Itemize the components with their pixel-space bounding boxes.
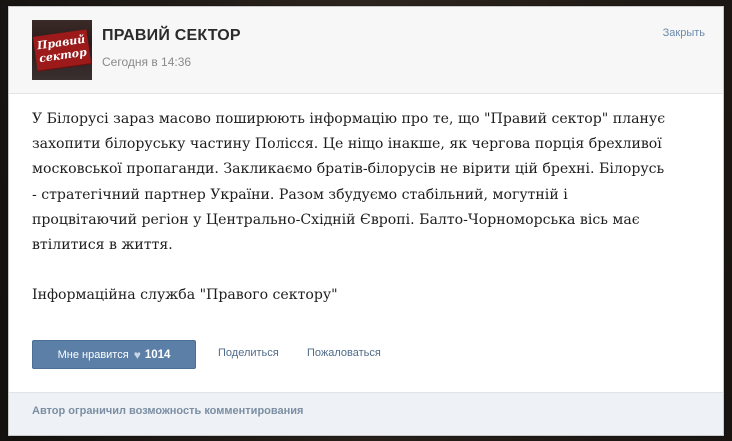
post-actions: Мне нравится ♥ 1014 Поделиться Пожаловат… xyxy=(32,340,702,370)
like-button[interactable]: Мне нравится ♥ 1014 xyxy=(32,340,196,369)
post-timestamp[interactable]: Сегодня в 14:36 xyxy=(102,55,191,69)
post-body: У Білорусі зараз масово поширюють інформ… xyxy=(32,107,672,308)
like-label: Мне нравится xyxy=(57,348,129,361)
heart-icon: ♥ xyxy=(133,347,141,362)
comments-disabled-notice: Автор ограничил возможность комментирова… xyxy=(32,405,304,417)
avatar[interactable]: Правий сектор xyxy=(32,20,92,80)
close-button[interactable]: Закрыть xyxy=(663,27,705,39)
like-count: 1014 xyxy=(144,348,171,361)
author-name[interactable]: ПРАВИЙ СЕКТОР xyxy=(102,27,241,45)
post-modal: Правий сектор ПРАВИЙ СЕКТОР Сегодня в 14… xyxy=(8,6,724,436)
post-header: Правий сектор ПРАВИЙ СЕКТОР Сегодня в 14… xyxy=(9,7,723,94)
post-signature: Інформаційна служба "Правого сектору" xyxy=(32,287,338,304)
post-paragraph: У Білорусі зараз масово поширюють інформ… xyxy=(32,111,666,254)
report-button[interactable]: Пожаловаться xyxy=(307,347,381,359)
comments-footer: Автор ограничил возможность комментирова… xyxy=(9,392,723,435)
share-button[interactable]: Поделиться xyxy=(218,347,279,359)
